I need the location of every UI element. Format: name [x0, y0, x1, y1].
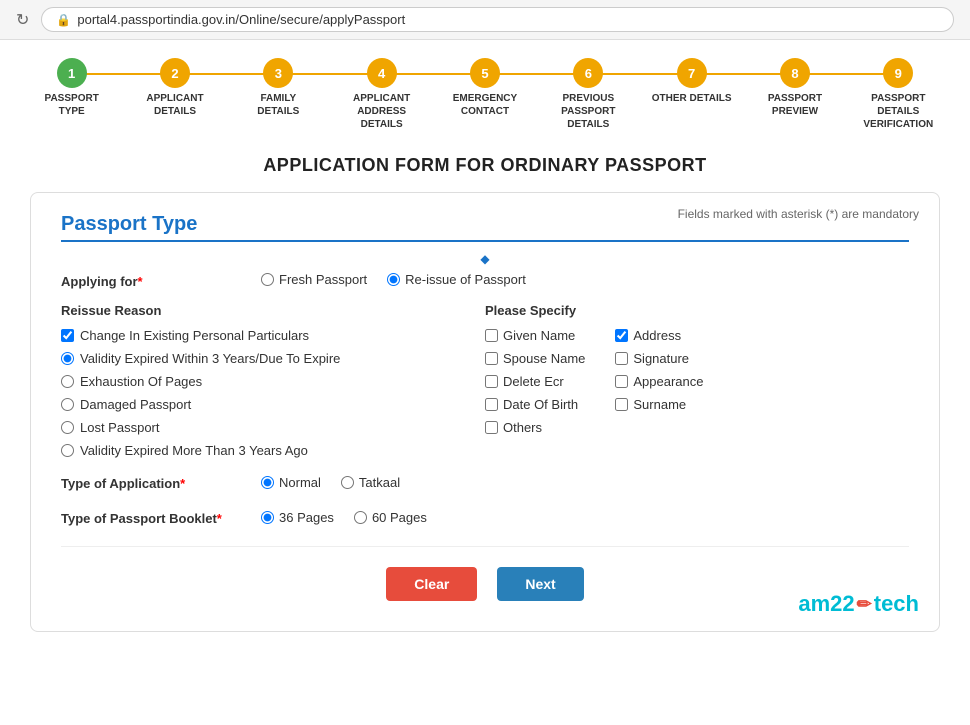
step-7: 7 OTHER DETAILS — [640, 58, 743, 105]
step-1: 1 PASSPORT TYPE — [20, 58, 123, 118]
step-circle-4[interactable]: 4 — [367, 58, 397, 88]
applying-for-option-fresh[interactable]: Fresh Passport — [261, 272, 367, 287]
section-divider — [61, 240, 909, 242]
reissue-option-change[interactable]: Change In Existing Personal Particulars — [61, 328, 485, 343]
url-text: portal4.passportindia.gov.in/Online/secu… — [77, 12, 405, 27]
step-circle-9[interactable]: 9 — [883, 58, 913, 88]
applying-for-options: Fresh Passport Re-issue of Passport — [261, 272, 526, 287]
step-circle-7[interactable]: 7 — [677, 58, 707, 88]
browser-bar: ↻ 🔒 portal4.passportindia.gov.in/Online/… — [0, 0, 970, 40]
step-label-9: PASSPORT DETAILS VERIFICATION — [858, 92, 938, 131]
please-specify-col2: Address Signature Appearance Surname — [615, 328, 703, 435]
step-label-8: PASSPORT PREVIEW — [755, 92, 835, 118]
diamond-icon: ◆ — [61, 252, 909, 266]
reissue-option-lost[interactable]: Lost Passport — [61, 420, 485, 435]
type-booklet-options: 36 Pages 60 Pages — [261, 510, 427, 525]
step-6: 6 PREVIOUS PASSPORT DETAILS — [537, 58, 640, 131]
step-circle-2[interactable]: 2 — [160, 58, 190, 88]
type-booklet-row: Type of Passport Booklet* 36 Pages 60 Pag… — [61, 509, 909, 526]
specify-date_of_birth[interactable]: Date Of Birth — [485, 397, 585, 412]
mandatory-note: Fields marked with asterisk (*) are mand… — [678, 207, 919, 221]
reissue-section: Reissue Reason Change In Existing Person… — [61, 303, 909, 458]
specify-delete_ecr[interactable]: Delete Ecr — [485, 374, 585, 389]
type-booklet-pages36[interactable]: 36 Pages — [261, 510, 334, 525]
type-application-label: Type of Application* — [61, 474, 261, 491]
step-label-1: PASSPORT TYPE — [32, 92, 112, 118]
step-label-2: APPLICANT DETAILS — [135, 92, 215, 118]
please-specify-col1: Given Name Spouse Name Delete Ecr Date Of B… — [485, 328, 585, 435]
step-4: 4 APPLICANT ADDRESS DETAILS — [330, 58, 433, 131]
applying-for-label: Applying for* — [61, 272, 261, 289]
step-label-7: OTHER DETAILS — [652, 92, 732, 105]
brand-text-right: tech — [874, 591, 919, 617]
reissue-reason-title: Reissue Reason — [61, 303, 485, 318]
type-application-options: Normal Tatkaal — [261, 475, 400, 490]
applying-for-row: Applying for* Fresh Passport Re-issue of … — [61, 272, 909, 289]
please-specify-section: Given Name Spouse Name Delete Ecr Date Of B… — [485, 328, 909, 435]
step-circle-3[interactable]: 3 — [263, 58, 293, 88]
stepper: 1 PASSPORT TYPE 2 APPLICANT DETAILS 3 FAMILY … — [0, 40, 970, 141]
specify-surname[interactable]: Surname — [615, 397, 703, 412]
type-booklet-pages60[interactable]: 60 Pages — [354, 510, 427, 525]
lock-icon: 🔒 — [56, 13, 71, 27]
step-8: 8 PASSPORT PREVIEW — [743, 58, 846, 118]
reissue-options: Change In Existing Personal Particulars V… — [61, 328, 485, 458]
type-booklet-label: Type of Passport Booklet* — [61, 509, 261, 526]
specify-appearance[interactable]: Appearance — [615, 374, 703, 389]
step-circle-6[interactable]: 6 — [573, 58, 603, 88]
reissue-option-validity3[interactable]: Validity Expired Within 3 Years/Due To E… — [61, 351, 485, 366]
specify-address[interactable]: Address — [615, 328, 703, 343]
form-container: Fields marked with asterisk (*) are mand… — [30, 192, 940, 632]
applying-for-option-reissue[interactable]: Re-issue of Passport — [387, 272, 526, 287]
reissue-left: Reissue Reason Change In Existing Person… — [61, 303, 485, 458]
clear-button[interactable]: Clear — [386, 567, 477, 601]
brand-text-left: am22 — [798, 591, 854, 617]
type-application-row: Type of Application* Normal Tatkaal — [61, 474, 909, 491]
please-specify-title: Please Specify — [485, 303, 909, 318]
type-app-tatkaal[interactable]: Tatkaal — [341, 475, 400, 490]
specify-others[interactable]: Others — [485, 420, 585, 435]
specify-given_name[interactable]: Given Name — [485, 328, 585, 343]
specify-signature[interactable]: Signature — [615, 351, 703, 366]
step-5: 5 EMERGENCY CONTACT — [433, 58, 536, 118]
specify-spouse_name[interactable]: Spouse Name — [485, 351, 585, 366]
brand-pencil: ✏ — [857, 594, 872, 615]
page-title: APPLICATION FORM FOR ORDINARY PASSPORT — [0, 141, 970, 192]
refresh-icon[interactable]: ↻ — [16, 10, 29, 30]
step-circle-1[interactable]: 1 — [57, 58, 87, 88]
step-circle-8[interactable]: 8 — [780, 58, 810, 88]
type-app-normal[interactable]: Normal — [261, 475, 321, 490]
reissue-option-validity_more[interactable]: Validity Expired More Than 3 Years Ago — [61, 443, 485, 458]
reissue-option-damaged[interactable]: Damaged Passport — [61, 397, 485, 412]
button-row: Clear Next — [61, 546, 909, 601]
step-3: 3 FAMILY DETAILS — [227, 58, 330, 118]
page-content: 1 PASSPORT TYPE 2 APPLICANT DETAILS 3 FAMILY … — [0, 40, 970, 725]
step-label-6: PREVIOUS PASSPORT DETAILS — [548, 92, 628, 131]
step-2: 2 APPLICANT DETAILS — [123, 58, 226, 118]
next-button[interactable]: Next — [497, 567, 583, 601]
reissue-right: Please Specify Given Name Spouse Name Dele… — [485, 303, 909, 458]
step-label-5: EMERGENCY CONTACT — [445, 92, 525, 118]
url-bar[interactable]: 🔒 portal4.passportindia.gov.in/Online/se… — [41, 7, 954, 32]
step-9: 9 PASSPORT DETAILS VERIFICATION — [847, 58, 950, 131]
step-label-4: APPLICANT ADDRESS DETAILS — [342, 92, 422, 131]
branding: am22✏tech — [798, 591, 919, 617]
step-label-3: FAMILY DETAILS — [238, 92, 318, 118]
step-circle-5[interactable]: 5 — [470, 58, 500, 88]
reissue-option-exhaustion[interactable]: Exhaustion Of Pages — [61, 374, 485, 389]
